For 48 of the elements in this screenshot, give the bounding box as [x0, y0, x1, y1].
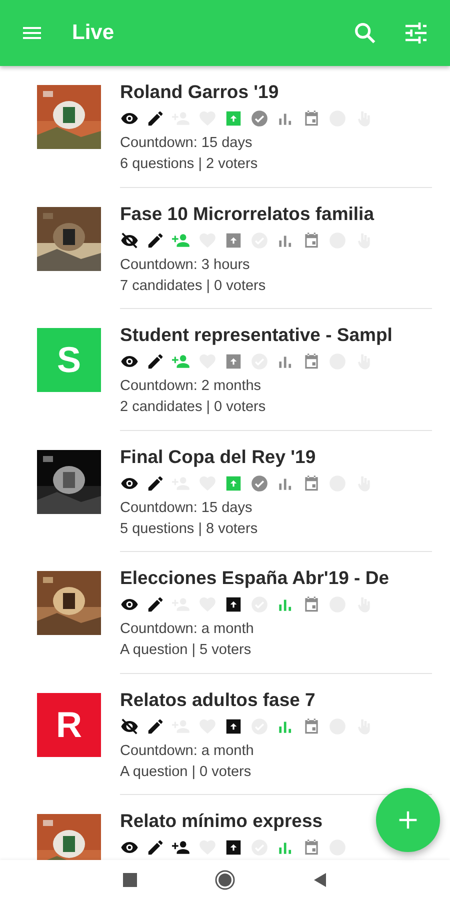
item-title[interactable]: Relatos adultos fase 7	[120, 688, 316, 712]
avatar: S	[37, 328, 101, 392]
pencil-icon[interactable]	[146, 109, 165, 128]
check-circle-icon[interactable]	[250, 109, 269, 128]
summary-text: 2 candidates | 0 voters	[120, 398, 267, 417]
person-add-icon[interactable]	[172, 838, 191, 857]
pencil-icon[interactable]	[146, 595, 165, 614]
calendar-icon[interactable]	[302, 230, 321, 250]
check-circle-icon[interactable]	[250, 474, 269, 492]
countdown-text: Countdown: a month	[120, 742, 255, 760]
eye-off-icon[interactable]	[120, 230, 139, 250]
pencil-icon[interactable]	[146, 230, 165, 250]
calendar-icon[interactable]	[302, 716, 321, 736]
countdown-text: Countdown: a month	[120, 620, 255, 639]
box-icon[interactable]	[224, 838, 243, 857]
item-title[interactable]: Final Copa del Rey '19	[120, 444, 316, 468]
eye-off-icon[interactable]	[120, 716, 139, 736]
home-button[interactable]	[215, 870, 235, 890]
calendar-icon[interactable]	[302, 838, 321, 857]
item-title[interactable]: Relato mínimo express	[120, 809, 323, 833]
pencil-icon[interactable]	[146, 838, 165, 857]
screen-title: Live	[72, 20, 116, 46]
back-button[interactable]	[313, 873, 327, 887]
summary-text: 5 questions | 8 voters	[120, 520, 259, 538]
calendar-icon[interactable]	[302, 595, 321, 614]
calendar-icon[interactable]	[302, 109, 321, 128]
item-title[interactable]: Roland Garros '19	[120, 80, 279, 104]
add-button[interactable]	[376, 788, 440, 852]
search-icon	[352, 20, 378, 46]
summary-text: 6 questions | 2 voters	[120, 155, 259, 174]
pencil-icon[interactable]	[146, 474, 165, 492]
avatar: R	[37, 692, 101, 756]
summary-text: A question | 5 voters	[120, 641, 252, 660]
box-icon[interactable]	[224, 595, 243, 614]
countdown-text: Countdown: 3 hours	[120, 256, 251, 274]
pencil-icon[interactable]	[146, 352, 165, 371]
calendar-icon[interactable]	[302, 352, 321, 371]
countdown-text: Countdown: 15 days	[120, 134, 254, 153]
pencil-icon[interactable]	[146, 716, 165, 736]
countdown-text: Countdown: 2 months	[120, 377, 262, 396]
summary-text: A question | 0 voters	[120, 762, 252, 782]
item-title[interactable]: Student representative - Sampl	[120, 323, 392, 347]
box-icon[interactable]	[224, 716, 243, 736]
calendar-icon[interactable]	[302, 474, 321, 492]
item-title[interactable]: Fase 10 Microrrelatos familia	[120, 202, 374, 226]
item-title[interactable]: Elecciones España Abr'19 - De	[120, 566, 389, 590]
summary-text: 7 candidates | 0 voters	[120, 276, 267, 296]
countdown-text: Countdown: 15 days	[120, 498, 254, 518]
